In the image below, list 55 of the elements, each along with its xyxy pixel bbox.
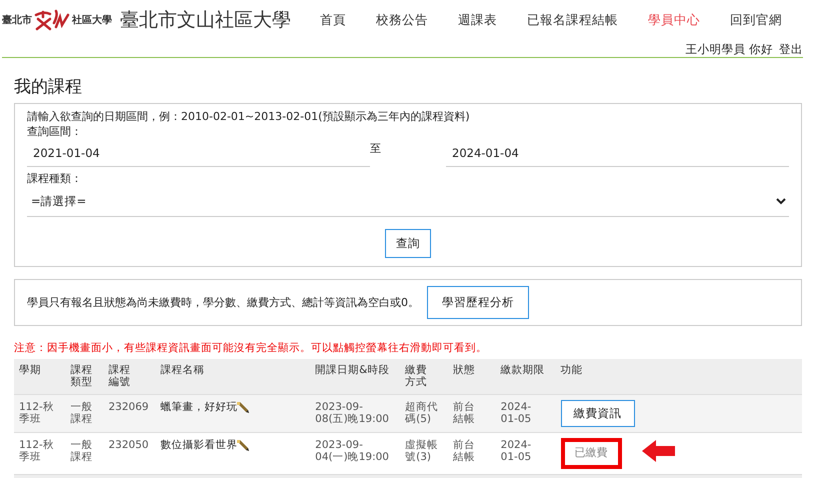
column-header: 課程名稱 [155,359,310,395]
table-cell: 232069 [103,394,156,433]
table-cell: 112-秋季班 [14,394,66,433]
pencil-icon [237,401,252,414]
nav-link[interactable]: 回到官網 [715,12,797,28]
arrow-icon [642,439,676,464]
range-separator: 至 [370,141,382,156]
paid-status: 已繳費 [560,438,622,469]
learning-analysis-button[interactable]: 學習歷程分析 [427,286,529,319]
nav-link[interactable]: 學員中心 [633,12,715,28]
payment-info-button[interactable]: 繳費資訊 [560,400,635,428]
course-name: 蠟筆畫，好好玩 [160,401,238,414]
table-cell: 超商代碼(5) [400,394,448,433]
nav-link[interactable]: 首頁 [305,12,361,28]
hint-text: 請輸入欲查詢的日期區間，例：2010-02-01~2013-02-01(預設顯示為三年內的課程資料) [27,109,471,124]
table-cell: 112-秋季班 [14,432,66,474]
user-greeting: 王小明學員 你好 [685,42,773,57]
table-cell: 前台結帳 [448,432,496,474]
logo-text: 臺北市 [2,13,32,27]
column-header: 學期 [14,359,66,395]
table-cell: 2024-01-05 [496,394,556,433]
table-cell: 2023-09-08(五)晚19:00 [310,394,400,433]
table-cell: 232050 [103,432,156,474]
column-header: 開課日期&時段 [310,359,400,395]
start-date-field[interactable]: 2021-01-04 [27,139,370,167]
nav-link[interactable]: 已報名課程結帳 [512,12,633,28]
logo-icon [34,9,70,31]
page-title: 我的課程 [14,76,83,98]
column-header: 狀態 [448,359,496,395]
pencil-icon [237,439,252,452]
logout-link[interactable]: 登出 [779,42,803,57]
table-cell: 虛擬帳號(3) [400,432,448,474]
nav-link[interactable]: 校務公告 [361,12,443,28]
column-header: 功能 [556,359,802,395]
notice-text: 注意：因手機畫面小，有些課程資訊畫面可能沒有完全顯示。可以點觸控螢幕往右滑動即可看到。 [14,341,488,355]
table-cell: 2023-09-04(一)晚19:00 [310,432,400,474]
course-name: 數位攝影看世界 [160,439,238,452]
site-title: 臺北市文山社區大學 [120,8,291,33]
column-header: 課程編號 [103,359,156,395]
column-header: 繳費方式 [400,359,448,395]
search-button[interactable]: 查詢 [385,229,431,258]
chevron-down-icon [776,198,786,205]
end-date-field[interactable]: 2024-01-04 [446,139,789,167]
field-label: 查詢區間： [27,124,83,139]
table-cell: 一般課程 [66,432,104,474]
field-label: 課程種類： [27,171,83,186]
table-cell: 2024-01-05 [496,432,556,474]
column-header: 課程類型 [66,359,104,395]
table-cell: 前台結帳 [448,394,496,433]
column-header: 繳款期限 [496,359,556,395]
logo-text: 社區大學 [72,14,112,27]
table-cell: 一般課程 [66,394,104,433]
nav-link[interactable]: 週課表 [443,12,512,28]
info-text: 學員只有報名且狀態為尚未繳費時，學分數、繳費方式、總計等資訊為空白或0。 [27,295,419,310]
course-type-select[interactable]: =請選擇= [27,186,789,217]
